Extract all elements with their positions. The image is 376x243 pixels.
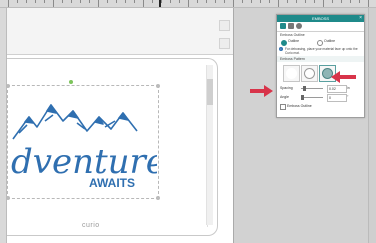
- design-script-text: dventure: [11, 142, 157, 182]
- panel-divider: [233, 8, 234, 243]
- ruler-tick: [269, 0, 270, 3]
- ruler-tick: [188, 0, 189, 7]
- spacing-input[interactable]: 0.02: [327, 85, 347, 93]
- arrow-right-icon: [250, 85, 273, 97]
- ruler-tick: [17, 0, 18, 3]
- ruler-tick: [233, 0, 234, 7]
- spacing-row: Spacing 0.02 in: [277, 84, 364, 93]
- ruler-tick: [251, 0, 252, 3]
- ruler-tick: [170, 0, 171, 3]
- ruler-tick: [53, 0, 54, 7]
- arrow-left-icon: [331, 71, 356, 83]
- outline-radio-label: Outline: [288, 39, 300, 43]
- angle-label: Angle: [280, 95, 289, 99]
- ruler-tick: [35, 0, 36, 3]
- ruler-tick: [179, 0, 180, 3]
- ruler-tick: [242, 0, 243, 3]
- spacing-unit: in: [347, 86, 350, 90]
- ruler-tick: [224, 0, 225, 3]
- ruler-tick: [314, 0, 315, 3]
- scroll-down-button[interactable]: [219, 38, 230, 49]
- adventure-awaits-artwork[interactable]: dventure AWAITS: [7, 87, 157, 197]
- ruler-cursor-marker: [159, 0, 161, 7]
- angle-input[interactable]: 0: [327, 94, 347, 102]
- ruler-tick: [305, 0, 306, 3]
- panel-tab-row: [277, 22, 364, 32]
- ruler-tick: [152, 0, 153, 3]
- ruler-tick: [206, 0, 207, 3]
- none-shape-icon: [286, 68, 297, 79]
- ruler-tick: [260, 0, 261, 3]
- ruler-tick: [332, 0, 333, 3]
- close-icon[interactable]: ×: [359, 15, 362, 22]
- emboss-outline-label: Emboss Outline: [287, 104, 312, 108]
- ruler-tick: [161, 0, 162, 3]
- emboss-outline-checkbox[interactable]: [280, 104, 286, 110]
- rotate-handle[interactable]: [69, 80, 73, 84]
- pattern-tab-icon[interactable]: [296, 23, 302, 29]
- ruler-tick: [323, 0, 324, 7]
- ruler-tick: [125, 0, 126, 3]
- ruler-tick: [368, 0, 369, 7]
- info-message: i For debossing, place your material fac…: [277, 46, 364, 56]
- angle-slider[interactable]: [301, 95, 323, 100]
- emboss-outline-row: Emboss Outline: [277, 102, 364, 111]
- ruler-tick: [44, 0, 45, 3]
- mountains-illustration: [12, 104, 138, 140]
- ruler-tick: [134, 0, 135, 3]
- cutting-mat: dventure AWAITS: [6, 58, 218, 236]
- fill-tab-icon[interactable]: [288, 23, 294, 29]
- ruler-tick: [116, 0, 117, 3]
- ruler-tick: [26, 0, 27, 3]
- design-sub-text: AWAITS: [89, 176, 135, 190]
- mat-canvas[interactable]: dventure AWAITS: [6, 67, 208, 227]
- info-text: For debossing, place your material face …: [285, 47, 358, 55]
- spacing-slider-knob[interactable]: [303, 86, 306, 91]
- ruler-tick: [278, 0, 279, 7]
- top-ruler: [0, 0, 376, 8]
- left-ruler: [0, 8, 7, 243]
- ruler-tick: [89, 0, 90, 3]
- none-shape-button[interactable]: [283, 65, 300, 82]
- info-icon: i: [279, 47, 283, 51]
- ruler-tick: [350, 0, 351, 3]
- spacing-label: Spacing: [280, 86, 293, 90]
- ruler-tick: [80, 0, 81, 3]
- ruler-tick: [197, 0, 198, 3]
- ruler-tick: [62, 0, 63, 3]
- ruler-tick: [215, 0, 216, 3]
- ruler-tick: [71, 0, 72, 3]
- scroll-up-button[interactable]: [219, 20, 230, 31]
- angle-unit: °: [347, 95, 349, 99]
- ruler-tick: [341, 0, 342, 3]
- ruler-tick: [287, 0, 288, 3]
- panel-title: EMBOSS ×: [277, 15, 364, 22]
- emboss-panel: EMBOSS × Emboss Outline Outline Outline …: [276, 14, 365, 118]
- outline-alt-radio-label: Outline: [324, 39, 336, 43]
- angle-slider-knob[interactable]: [301, 95, 304, 100]
- ruler-tick: [359, 0, 360, 3]
- vertical-scrollbar[interactable]: [206, 65, 213, 225]
- right-scroll-edge[interactable]: [368, 8, 376, 243]
- ruler-tick: [143, 0, 144, 7]
- mat-brand-label: curio: [82, 222, 100, 229]
- emboss-mode-row: Outline Outline: [277, 38, 364, 46]
- panel-title-text: EMBOSS: [311, 16, 330, 21]
- design-workspace[interactable]: dventure AWAITS curio: [6, 8, 233, 243]
- angle-row: Angle 0 °: [277, 93, 364, 102]
- outline-shape-button[interactable]: [301, 65, 318, 82]
- spacing-slider[interactable]: [301, 86, 323, 91]
- ruler-tick: [8, 0, 9, 7]
- outline-shape-icon: [304, 68, 315, 79]
- ruler-tick: [98, 0, 99, 7]
- scroll-thumb[interactable]: [207, 79, 213, 105]
- workspace-header-area: [7, 8, 233, 55]
- ruler-tick: [107, 0, 108, 3]
- emboss-tab-icon[interactable]: [280, 23, 286, 29]
- ruler-tick: [296, 0, 297, 3]
